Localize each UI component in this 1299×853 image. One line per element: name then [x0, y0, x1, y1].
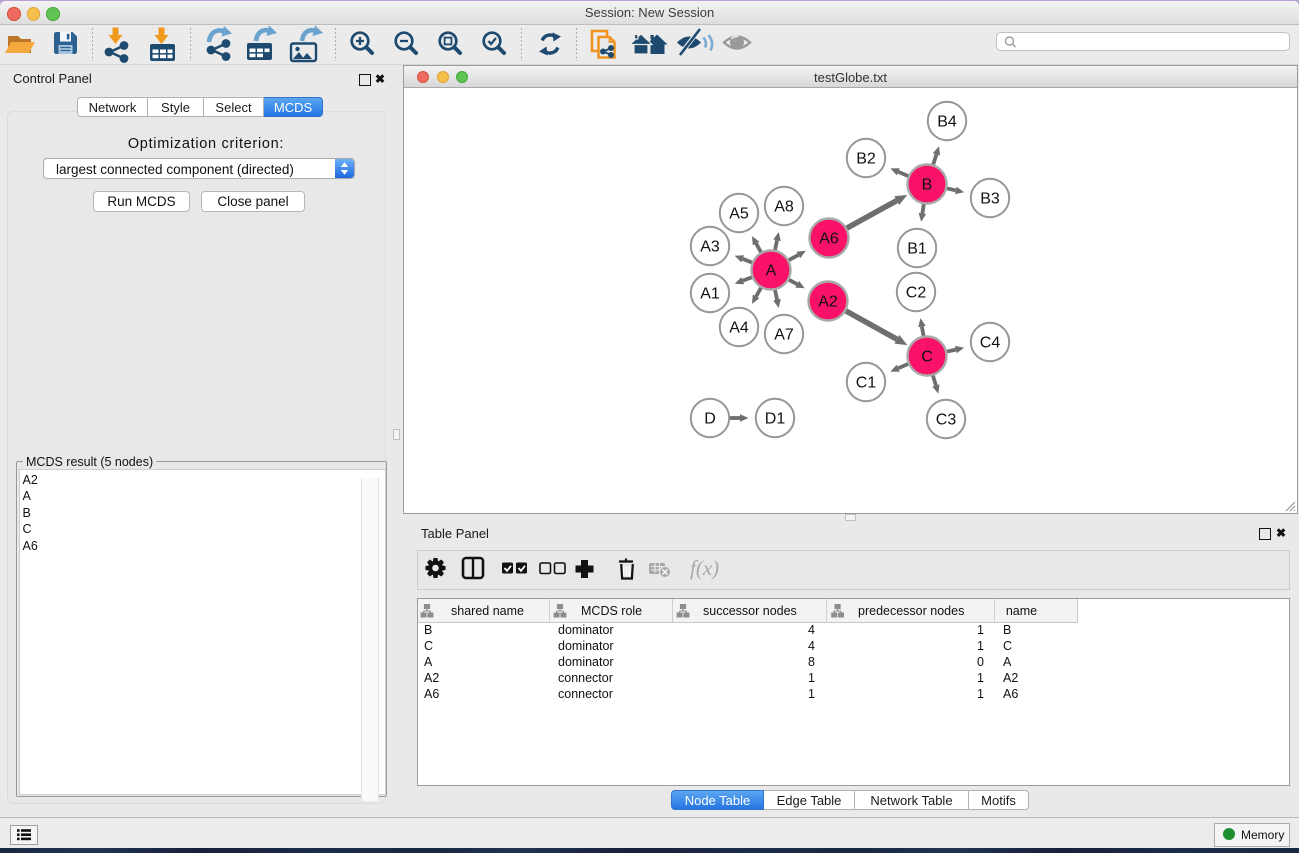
svg-text:C: C [921, 349, 933, 366]
svg-text:f(x): f(x) [690, 556, 719, 580]
svg-text:A2: A2 [818, 294, 838, 311]
svg-text:A5: A5 [729, 206, 749, 223]
svg-text:A3: A3 [700, 239, 720, 256]
svg-text:B2: B2 [856, 151, 876, 168]
svg-text:B3: B3 [980, 191, 1000, 208]
svg-text:C4: C4 [980, 335, 1001, 352]
svg-text:A1: A1 [700, 286, 720, 303]
svg-text:A: A [766, 263, 777, 280]
svg-text:A6: A6 [819, 231, 839, 248]
svg-text:A7: A7 [774, 327, 794, 344]
svg-text:C3: C3 [936, 412, 957, 429]
svg-text:D: D [704, 411, 716, 428]
svg-text:C2: C2 [906, 285, 927, 302]
svg-text:B: B [922, 177, 933, 194]
svg-text:B4: B4 [937, 114, 957, 131]
svg-text:A4: A4 [729, 320, 749, 337]
svg-text:C1: C1 [856, 375, 877, 392]
svg-text:D1: D1 [765, 411, 786, 428]
svg-text:B1: B1 [907, 241, 927, 258]
svg-text:A8: A8 [774, 199, 794, 216]
